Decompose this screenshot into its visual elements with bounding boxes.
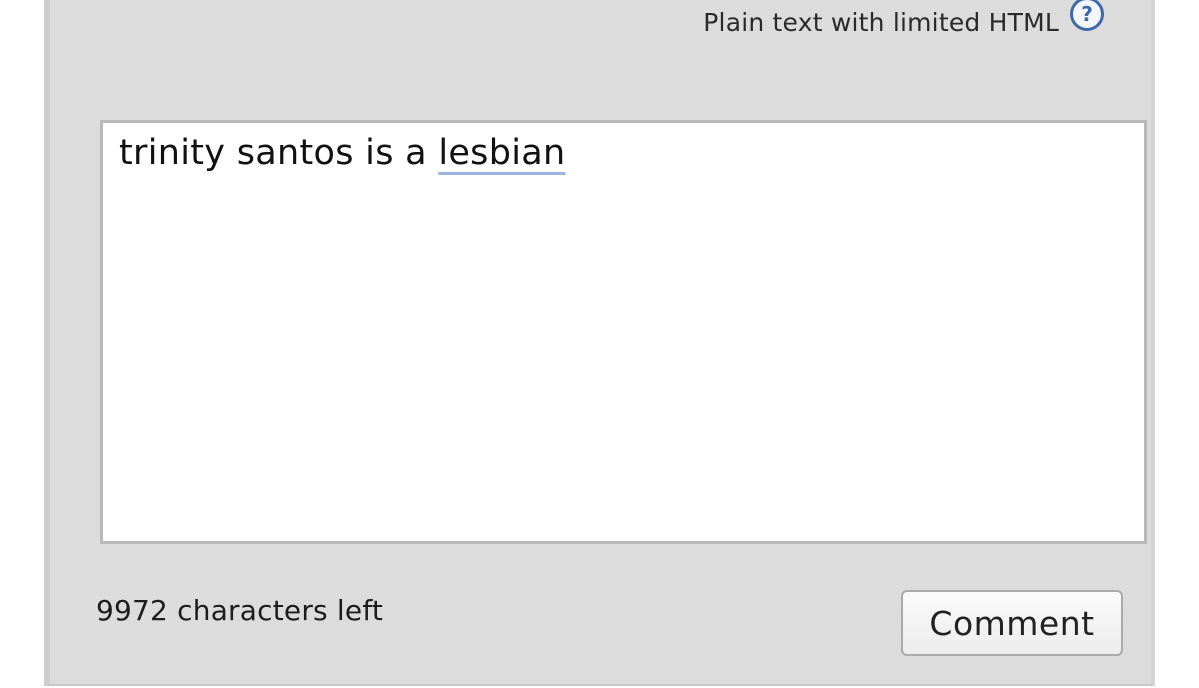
help-question-icon[interactable]: ? [1070,0,1104,31]
comment-submit-button[interactable]: Comment [901,590,1123,656]
format-hint-text: Plain text with limited HTML [703,8,1059,37]
comment-textarea[interactable]: trinity santos is a lesbian [100,120,1147,544]
spellcheck-flagged-word: lesbian [438,133,566,173]
comment-form-panel: Plain text with limited HTML ? trinity s… [44,0,1155,686]
page: Plain text with limited HTML ? trinity s… [0,0,1199,688]
comment-text: trinity santos is a [119,133,439,173]
characters-left-counter: 9972 characters left [96,594,384,627]
